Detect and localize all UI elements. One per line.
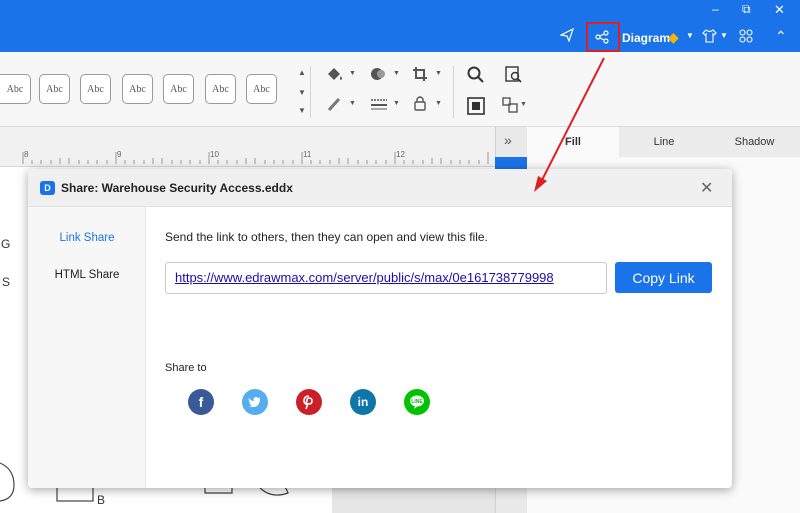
- linkedin-icon[interactable]: in: [350, 389, 376, 415]
- chevron-down-icon[interactable]: ▼: [435, 100, 442, 107]
- search-icon[interactable]: [467, 66, 485, 87]
- ribbon-divider: [310, 66, 311, 118]
- scroll-down-icon[interactable]: ▼: [298, 88, 306, 97]
- dialog-header: D Share: Warehouse Security Access.eddx …: [28, 169, 732, 207]
- expand-styles-icon[interactable]: ▼: [298, 106, 306, 115]
- shape-style-preset[interactable]: Abc: [246, 74, 277, 104]
- format-panel-tabs: Fill Line Shadow: [527, 127, 800, 157]
- canvas-shape-label: S: [2, 275, 11, 289]
- shape-fill-icon[interactable]: [369, 66, 387, 85]
- ribbon-divider: [453, 66, 454, 118]
- premium-gem-icon: ◆: [668, 29, 679, 45]
- line-app-icon[interactable]: LINE: [404, 389, 430, 415]
- share-dialog: D Share: Warehouse Security Access.eddx …: [28, 169, 732, 488]
- crop-icon[interactable]: [412, 66, 428, 85]
- share-description: Send the link to others, then they can o…: [165, 230, 488, 244]
- share-highlight-box: [586, 22, 620, 52]
- chevron-down-icon[interactable]: ▼: [349, 100, 356, 107]
- fill-bucket-icon[interactable]: [326, 66, 344, 85]
- copy-link-button[interactable]: Copy Link: [615, 262, 712, 293]
- chevron-down-icon[interactable]: ▼: [720, 31, 728, 40]
- diagram-menu-label[interactable]: Diagram: [622, 31, 670, 45]
- sidebar-item-html-share[interactable]: HTML Share: [28, 269, 146, 281]
- tab-fill[interactable]: Fill: [527, 127, 619, 157]
- svg-text:LINE: LINE: [411, 399, 423, 405]
- close-icon[interactable]: ✕: [700, 178, 713, 198]
- twitter-icon[interactable]: [242, 389, 268, 415]
- share-to-label: Share to: [165, 362, 207, 374]
- chevron-down-icon[interactable]: ▼: [435, 70, 442, 77]
- restore-icon[interactable]: ⧉: [742, 2, 751, 17]
- edraw-logo-icon: D: [40, 181, 55, 195]
- lock-icon[interactable]: [413, 95, 427, 114]
- chevron-down-icon[interactable]: ▼: [520, 101, 527, 108]
- ruler-ticks: [22, 152, 489, 164]
- find-replace-icon[interactable]: [505, 66, 523, 87]
- shape-style-preset[interactable]: Abc: [205, 74, 236, 104]
- tab-line[interactable]: Line: [619, 127, 709, 157]
- tab-shadow[interactable]: Shadow: [709, 127, 800, 157]
- pinterest-icon[interactable]: [296, 389, 322, 415]
- line-color-icon[interactable]: [327, 96, 343, 115]
- facebook-icon[interactable]: f: [188, 389, 214, 415]
- shape-style-preset[interactable]: Abc: [163, 74, 194, 104]
- chevron-down-icon[interactable]: ▼: [393, 100, 400, 107]
- canvas-shape-label: G: [1, 237, 11, 251]
- line-style-icon[interactable]: [370, 97, 388, 114]
- apps-icon[interactable]: [739, 29, 753, 43]
- dialog-title: Share: Warehouse Security Access.eddx: [61, 181, 293, 195]
- sidebar-item-link-share[interactable]: Link Share: [28, 232, 146, 244]
- shape-style-preset[interactable]: Abc: [0, 74, 31, 104]
- share-link-field[interactable]: https://www.edrawmax.com/server/public/s…: [165, 262, 607, 294]
- close-window-icon[interactable]: ✕: [774, 2, 785, 18]
- double-chevron-right-icon[interactable]: »: [504, 132, 512, 148]
- minimize-icon[interactable]: –: [712, 2, 719, 16]
- shape-style-preset[interactable]: Abc: [122, 74, 153, 104]
- arrange-icon[interactable]: [502, 97, 520, 118]
- shape-style-preset[interactable]: Abc: [39, 74, 70, 104]
- scroll-up-icon[interactable]: ▲: [298, 68, 306, 77]
- send-icon[interactable]: [560, 28, 574, 42]
- fit-page-icon[interactable]: [467, 97, 485, 118]
- shape-style-preset[interactable]: Abc: [80, 74, 111, 104]
- title-bar: – ⧉ ✕ Diagram ◆ ▼ ▼ ⌃: [0, 0, 800, 52]
- chevron-down-icon[interactable]: ▼: [686, 31, 694, 40]
- collapse-ribbon-icon[interactable]: ⌃: [775, 28, 787, 45]
- ribbon-toolbar: Abc Abc Abc Abc Abc Abc Abc ▲ ▼ ▼ ▼ ▼ ▼ …: [0, 52, 800, 127]
- chevron-down-icon[interactable]: ▼: [349, 70, 356, 77]
- chevron-down-icon[interactable]: ▼: [393, 70, 400, 77]
- theme-shirt-icon[interactable]: [702, 29, 717, 43]
- share-type-sidebar: Link Share HTML Share: [28, 207, 146, 488]
